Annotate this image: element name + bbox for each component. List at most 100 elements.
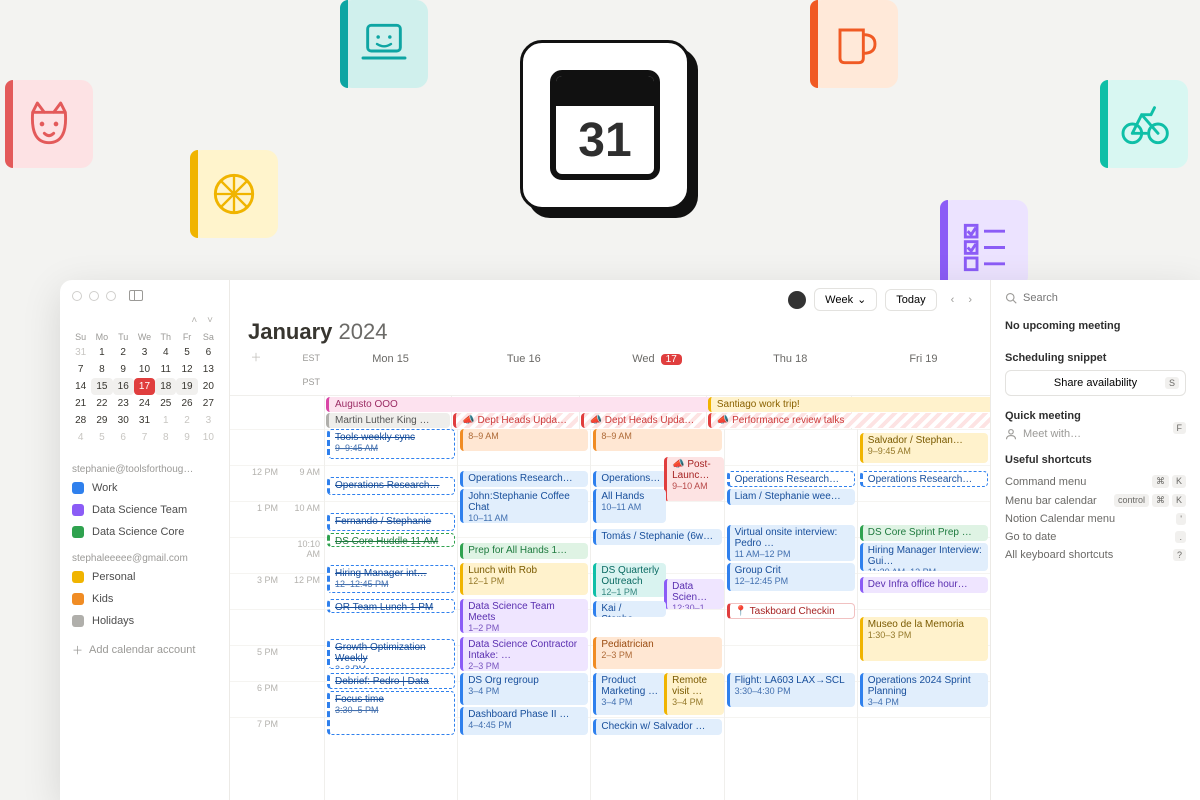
mini-day[interactable]: 28: [70, 412, 91, 429]
calendar-event[interactable]: 📍 Taskboard Checkin: [727, 603, 855, 619]
mini-day[interactable]: 10: [198, 429, 219, 446]
calendar-event[interactable]: Operations Research…: [327, 477, 455, 495]
calendar-event[interactable]: DS Quarterly Outreach12–1 PM: [593, 563, 666, 597]
calendar-toggle[interactable]: Data Science Team: [60, 499, 229, 521]
traffic-zoom[interactable]: [106, 291, 116, 301]
mini-day[interactable]: 8: [155, 429, 176, 446]
mini-day[interactable]: 21: [70, 395, 91, 412]
calendar-event[interactable]: Pediatrician2–3 PM: [593, 637, 721, 669]
calendar-event[interactable]: Liam / Stephanie wee…: [727, 489, 855, 505]
calendar-event[interactable]: Operations Research…: [860, 471, 988, 487]
mini-day[interactable]: 27: [198, 395, 219, 412]
traffic-close[interactable]: [72, 291, 82, 301]
calendar-event[interactable]: Flight: LA603 LAX→SCL3:30–4:30 PM: [727, 673, 855, 707]
prev-week-icon[interactable]: ‹: [945, 290, 961, 310]
day-header[interactable]: Wed 17: [590, 349, 723, 369]
calendar-event[interactable]: John:Stephanie Coffee Chat10–11 AM: [460, 489, 588, 523]
mini-day[interactable]: 4: [155, 344, 176, 361]
mini-day[interactable]: 31: [134, 412, 155, 429]
calendar-event[interactable]: Hiring Manager Interview: Gui…11:30 AM–1…: [860, 543, 988, 571]
calendar-event[interactable]: Operations Research…: [727, 471, 855, 487]
calendar-event[interactable]: Group Crit12–12:45 PM: [727, 563, 855, 591]
calendar-event[interactable]: Operations Research…: [460, 471, 588, 487]
shortcut-row[interactable]: Command menu⌘K: [1005, 472, 1186, 491]
mini-day[interactable]: 7: [70, 361, 91, 378]
shortcut-row[interactable]: Notion Calendar menu': [1005, 510, 1186, 528]
calendar-event[interactable]: DS Org regroup3–4 PM: [460, 673, 588, 705]
calendar-event[interactable]: Product Marketing …3–4 PM: [593, 673, 666, 715]
calendar-event[interactable]: Tools weekly sync9–9:45 AM: [327, 429, 455, 459]
calendar-toggle[interactable]: Data Science Core: [60, 521, 229, 543]
calendar-event[interactable]: All Hands10–11 AM: [593, 489, 666, 523]
calendar-event[interactable]: Operations…: [593, 471, 666, 487]
mini-day[interactable]: 5: [91, 429, 112, 446]
allday-event[interactable]: 📣 Dept Heads Upda…: [453, 413, 577, 428]
shortcut-row[interactable]: Menu bar calendarcontrol⌘K: [1005, 491, 1186, 510]
time-grid[interactable]: 12 PM1 PM3 PM5 PM6 PM7 PM 9 AM10 AM10:10…: [230, 429, 990, 800]
calendar-event[interactable]: Operations 2024 Sprint Planning3–4 PM: [860, 673, 988, 707]
calendar-event[interactable]: Salvador / Stephan…9–9:45 AM: [860, 433, 988, 463]
calendar-event[interactable]: Museo de la Memoria1:30–3 PM: [860, 617, 988, 661]
calendar-event[interactable]: Remote visit …3–4 PM: [664, 673, 723, 715]
traffic-minimize[interactable]: [89, 291, 99, 301]
calendar-event[interactable]: OR Team Lunch 1 PM: [327, 599, 455, 613]
calendar-event[interactable]: Prep for All Hands 1…: [460, 543, 588, 559]
mini-day[interactable]: 12: [176, 361, 197, 378]
calendar-toggle[interactable]: Personal: [60, 566, 229, 588]
calendar-event[interactable]: Growth Optimization Weekly2–3 PM: [327, 639, 455, 669]
mini-next-icon[interactable]: ˅: [207, 315, 213, 326]
calendar-event[interactable]: Focus time3:30–5 PM: [327, 691, 455, 735]
calendar-event[interactable]: Virtual onsite interview: Pedro …11 AM–1…: [727, 525, 855, 561]
mini-day[interactable]: 6: [113, 429, 134, 446]
mini-day[interactable]: 2: [113, 344, 134, 361]
add-calendar-account[interactable]: ＋ Add calendar account: [60, 632, 229, 668]
mini-day[interactable]: 1: [91, 344, 112, 361]
mini-day[interactable]: 14: [70, 378, 91, 395]
mini-day[interactable]: 23: [113, 395, 134, 412]
calendar-event[interactable]: Tomás / Stephanie (6w…: [593, 529, 721, 545]
mini-day[interactable]: 10: [134, 361, 155, 378]
day-header[interactable]: Tue 16: [457, 349, 590, 369]
mini-day[interactable]: 1: [155, 412, 176, 429]
calendar-event[interactable]: Hiring Manager int…12–12:45 PM: [327, 565, 455, 593]
shortcut-row[interactable]: Go to date.: [1005, 528, 1186, 546]
search-box[interactable]: [1005, 290, 1186, 306]
calendar-event[interactable]: Dev Infra office hour…: [860, 577, 988, 593]
mini-day[interactable]: 15: [91, 378, 112, 395]
mini-day[interactable]: 31: [70, 344, 91, 361]
add-event-icon[interactable]: ＋: [230, 349, 282, 369]
mini-day[interactable]: 3: [198, 412, 219, 429]
allday-event[interactable]: 📣 Dept Heads Upda…: [581, 413, 705, 428]
mini-day[interactable]: 3: [134, 344, 155, 361]
calendar-event[interactable]: Debrief: Pedro | Data: [327, 673, 455, 689]
calendar-event[interactable]: 8–9 AM: [460, 429, 588, 451]
day-header[interactable]: Mon 15: [324, 349, 457, 369]
mini-day[interactable]: 17: [134, 378, 155, 395]
mini-day[interactable]: 26: [176, 395, 197, 412]
avatar[interactable]: [788, 291, 806, 309]
shortcut-row[interactable]: All keyboard shortcuts?: [1005, 546, 1186, 564]
calendar-event[interactable]: Data Science Contractor Intake: …2–3 PM: [460, 637, 588, 671]
calendar-event[interactable]: DS Core Sprint Prep …: [860, 525, 988, 541]
mini-day[interactable]: 20: [198, 378, 219, 395]
toggle-sidebar-icon[interactable]: [129, 290, 143, 301]
share-availability-button[interactable]: Share availability S: [1005, 370, 1186, 396]
mini-day[interactable]: 6: [198, 344, 219, 361]
calendar-event[interactable]: Kai / Stepha…: [593, 601, 666, 617]
calendar-event[interactable]: 📣 Post-Launc…9–10 AM: [664, 457, 723, 501]
calendar-event[interactable]: Dashboard Phase II …4–4:45 PM: [460, 707, 588, 735]
day-header[interactable]: Thu 18: [724, 349, 857, 369]
mini-day[interactable]: 8: [91, 361, 112, 378]
mini-day[interactable]: 16: [113, 378, 134, 395]
calendar-event[interactable]: Lunch with Rob12–1 PM: [460, 563, 588, 595]
calendar-toggle[interactable]: Holidays: [60, 610, 229, 632]
search-input[interactable]: [1023, 292, 1186, 304]
allday-event[interactable]: Martin Luther King …: [326, 413, 450, 428]
mini-day[interactable]: 22: [91, 395, 112, 412]
calendar-event[interactable]: Fernando / Stephanie: [327, 513, 455, 531]
mini-day[interactable]: 9: [176, 429, 197, 446]
calendar-event[interactable]: DS Core Huddle 11 AM: [327, 533, 455, 547]
calendar-toggle[interactable]: Kids: [60, 588, 229, 610]
mini-day[interactable]: 5: [176, 344, 197, 361]
calendar-event[interactable]: 8–9 AM: [593, 429, 721, 451]
